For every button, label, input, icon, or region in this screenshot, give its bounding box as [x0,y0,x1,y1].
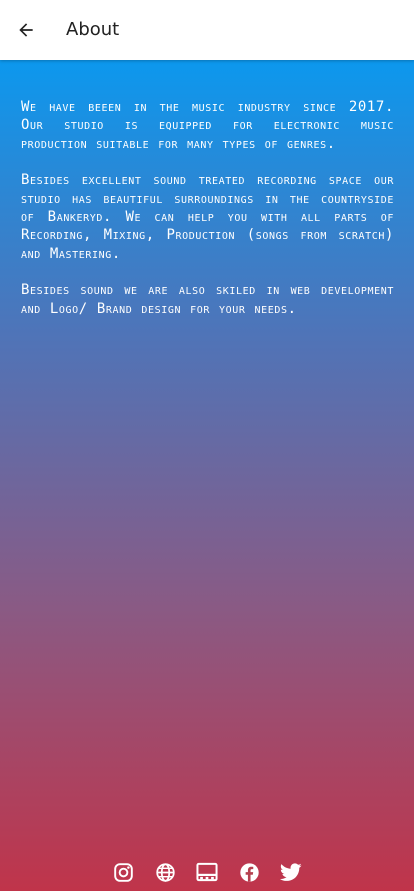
about-paragraph-studio: Besides excellent sound treated recordin… [21,172,394,262]
about-paragraph-services: Besides sound we are also skiled in web … [21,282,394,317]
back-button[interactable] [6,10,46,50]
arrow-left-icon [19,23,33,37]
facebook-icon [239,862,259,882]
page-title: About [66,19,120,40]
about-paragraph-intro: We have beeen in the music industry sinc… [21,99,394,152]
twitter-link[interactable] [280,861,302,883]
facebook-link[interactable] [238,861,260,883]
instagram-icon [113,862,133,882]
media-link[interactable] [196,861,218,883]
twitter-icon [280,862,302,881]
website-link[interactable] [154,861,176,883]
globe-icon [155,862,175,882]
app-bar: About [0,0,414,60]
about-screen: About We have beeen in the music industr… [0,0,414,891]
about-text: We have beeen in the music industry sinc… [21,98,394,336]
instagram-link[interactable] [112,861,134,883]
media-card-icon [196,862,218,882]
social-links [0,859,414,885]
about-content: We have beeen in the music industry sinc… [0,60,414,891]
